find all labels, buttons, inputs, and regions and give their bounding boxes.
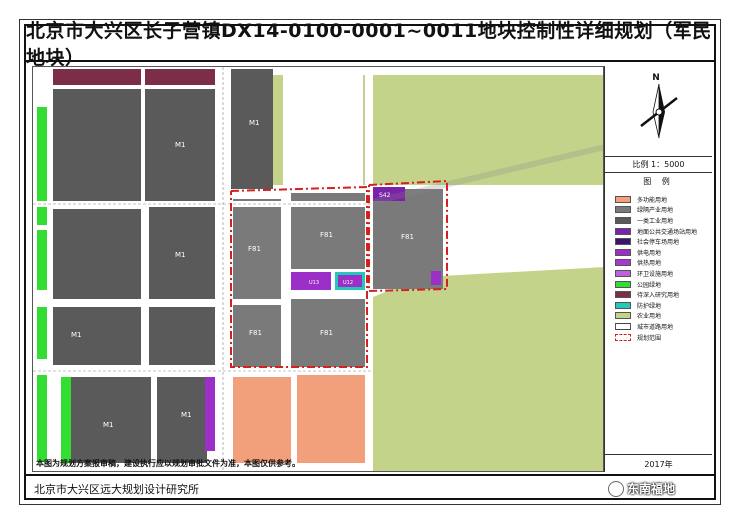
label-m1-5: M1 [103,421,114,429]
legend-title: 图 例 [643,177,674,186]
legend-list: 多功能用地绿隔产业用地 一类工业用地地面公共交通场站用地 社会停车场用地 供电用地供热… [615,194,711,342]
road-corridor [283,75,363,185]
legend-label: 环卫设施用地 [637,270,674,278]
svg-text:N: N [652,73,660,83]
industrial-block-a [53,89,141,201]
legend-swatch [615,238,631,246]
legend-swatch [615,301,631,309]
legend-item: 供电用地 [615,247,711,258]
label-u12: U12 [343,280,353,286]
year-label: 2017年 [605,454,712,473]
label-m1-1: M1 [249,119,260,127]
utility-u21 [431,271,441,285]
park-green-5 [61,377,71,463]
legend-item: 公园绿地 [615,279,711,290]
park-green-2 [37,230,47,290]
park-green-1 [37,107,47,225]
legend-swatch [615,280,631,288]
study-land-2 [145,69,215,85]
legend-swatch [615,333,631,341]
north-arrow-icon: N [640,73,678,139]
legend-swatch [615,269,631,277]
legend-item: 一类工业用地 [615,215,711,226]
label-m1-3: M1 [175,251,186,259]
agricultural-land-north [363,75,603,185]
legend-panel: N 比例 1：5000 图 例 多功能用地绿隔产业用地 一类工业用地地面公共交通场… [604,66,712,472]
label-m1-2: M1 [175,141,186,149]
legend-swatch [615,291,631,299]
industrial-block-i [157,377,207,463]
legend-item: 绿隔产业用地 [615,205,711,216]
legend-swatch [615,322,631,330]
disclaimer-note: 本图为规划方案报审稿，建设执行应以规划审批文件为准，本图仅供参考。 [36,459,300,468]
utility-south [205,377,215,451]
legend-swatch [615,206,631,214]
legend-item: 规划范围 [615,332,711,343]
planning-map[interactable]: M1 M1 M1 M1 M1 M1 F81 F81 F81 F81 F81 S4… [32,66,604,472]
watermark: 东南福地 [608,480,675,497]
legend-swatch [615,248,631,256]
label-m1-4: M1 [71,331,82,339]
legend-swatch [615,259,631,267]
label-m1-6: M1 [181,411,192,419]
mixed-use-2 [297,373,367,463]
legend-swatch [615,312,631,320]
legend-item: 地面公共交通场站用地 [615,226,711,237]
legend-item: 城市道路用地 [615,321,711,332]
east-road-ns [365,67,373,471]
legend-item: 环卫设施用地 [615,268,711,279]
park-green-4 [37,372,47,462]
industrial-block-h [71,377,151,463]
mixed-use-1 [233,377,291,463]
scale-label: 比例 1：5000 [605,156,712,173]
legend-label: 社会停车场用地 [637,239,680,247]
wechat-icon [608,480,624,497]
label-f81-3: F81 [249,329,262,337]
legend-label: 城市道路用地 [637,323,674,331]
label-f81-5: F81 [401,233,414,241]
legend-label: 绿隔产业用地 [637,207,674,215]
legend-item: 防护绿地 [615,300,711,311]
legend-label: 规划范围 [637,334,662,342]
legend-label: 一类工业用地 [637,217,674,225]
map-title: 北京市大兴区长子营镇DX14-0100-0001~0011地块控制性详细规划（军… [26,20,714,69]
park-green-3 [37,307,47,359]
legend-label: 供电用地 [637,249,662,257]
legend-label: 待深入研究用地 [637,292,680,300]
footer-organization: 北京市大兴区远大规划设计研究所 [34,483,199,496]
label-u13: U13 [309,280,319,286]
legend-label: 地面公共交通场站用地 [637,228,698,236]
watermark-text: 东南福地 [627,482,676,496]
legend-item: 待深入研究用地 [615,289,711,300]
industrial-block-g [149,307,215,365]
label-f81-4: F81 [320,329,333,337]
legend-item: 农业用地 [615,311,711,322]
legend-item: 社会停车场用地 [615,236,711,247]
legend-swatch [615,216,631,224]
legend-swatch [615,195,631,203]
legend-label: 农业用地 [637,313,662,321]
legend-item: 多功能用地 [615,194,711,205]
industrial-block-d [53,209,141,299]
industrial-block-f [53,307,141,365]
map-canvas: M1 M1 M1 M1 M1 M1 F81 F81 F81 F81 F81 S4… [33,67,603,471]
legend-label: 防护绿地 [637,302,662,310]
label-f81-2: F81 [320,231,333,239]
legend-label: 多功能用地 [637,196,668,204]
study-land-1 [53,69,141,85]
label-s42: S42 [379,192,391,199]
legend-swatch [615,227,631,235]
legend-item: 供热用地 [615,258,711,269]
legend-label: 供热用地 [637,260,662,268]
label-f81-1: F81 [248,245,261,253]
compass-box: N [605,66,712,157]
legend-label: 公园绿地 [637,281,662,289]
